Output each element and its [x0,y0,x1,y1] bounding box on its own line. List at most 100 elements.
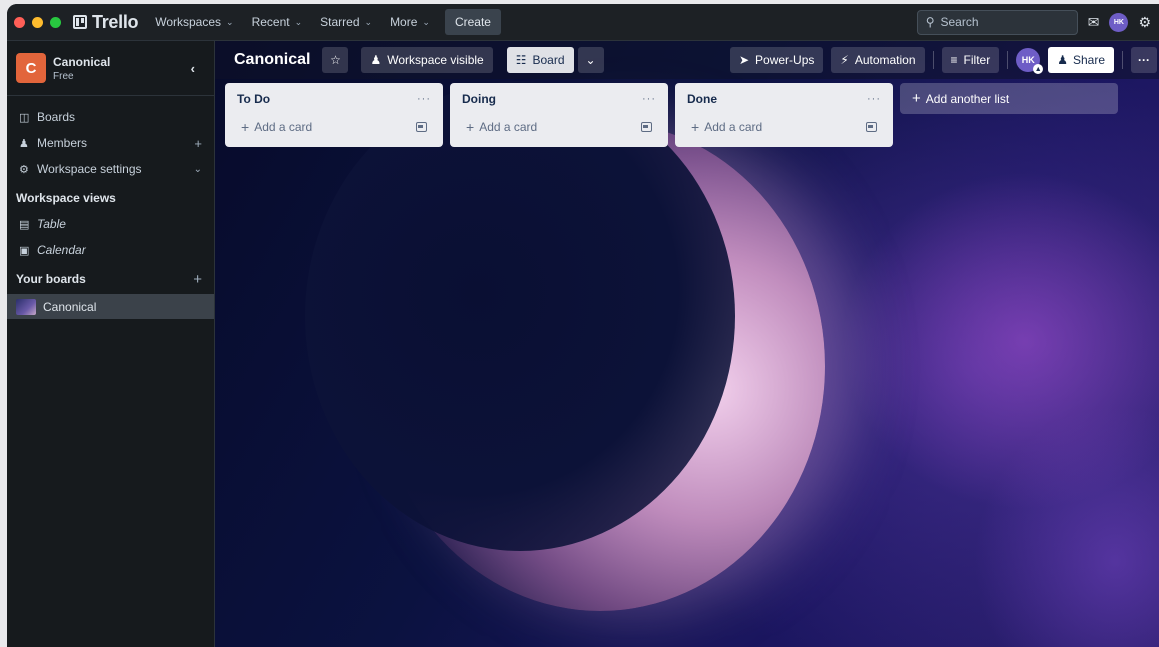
megaphone-icon[interactable]: ✉ [1088,14,1100,31]
divider [932,51,934,69]
minimize-window-button[interactable] [32,16,43,28]
chevron-down-icon: ⌄ [364,16,373,27]
share-button[interactable]: ♟ Share [1048,47,1114,73]
user-avatar[interactable]: HK [1109,12,1129,32]
add-card-label: Add a card [704,120,763,134]
star-icon: ☆ [330,53,341,67]
sidebar: C Canonical Free ‹ ◫ Boards ♟ Members + … [7,41,215,647]
collapse-sidebar-icon[interactable]: ‹ [191,61,195,76]
list-header: Done ··· [683,89,885,109]
chevron-down-icon: ⌄ [226,16,234,27]
board-canvas: Canonical ☆ ♟ Workspace visible ☷ Board … [215,41,1159,647]
nav-workspaces[interactable]: Workspaces ⌄ [146,10,242,34]
sidebar-item-boards[interactable]: ◫ Boards [7,104,214,130]
list-header: Doing ··· [458,89,660,109]
sidebar-item-label: Workspace settings [37,162,142,176]
nav-starred[interactable]: Starred ⌄ [311,10,381,34]
plus-icon: + [912,90,921,107]
board-view-button[interactable]: ☷ Board [506,47,574,73]
add-list-label: Add another list [925,91,1010,106]
create-from-template-icon[interactable] [866,122,877,132]
nav-recent[interactable]: Recent ⌄ [243,10,312,34]
automation-label: Automation [854,53,916,67]
star-board-button[interactable]: ☆ [322,47,349,73]
moon-shadow [305,81,735,551]
workspace-avatar: C [16,53,46,83]
list-title[interactable]: Done [687,92,717,106]
automation-button[interactable]: ⚡ Automation [831,47,925,73]
nav-more[interactable]: More ⌄ [381,10,439,34]
sidebar-item-workspace-settings[interactable]: ⚙ Workspace settings ⌄ [7,156,214,182]
filter-label: Filter [963,53,991,67]
board-lists: To Do ··· + Add a card Doing ··· + Add a… [225,83,1118,147]
nav-label: Recent [251,15,290,29]
calendar-icon: ▣ [19,244,30,257]
plus-icon: + [466,119,475,135]
add-card-button[interactable]: + Add a card [458,115,660,139]
add-card-button[interactable]: + Add a card [233,115,435,139]
boards-icon: ◫ [19,111,30,124]
search-icon: ⚲ [925,15,935,29]
sidebar-item-label: Boards [37,110,76,124]
lightning-icon: ⚡ [840,53,849,67]
gear-icon[interactable]: ⚙ [1138,14,1151,31]
top-navigation-bar: Trello Workspaces ⌄ Recent ⌄ Starred ⌄ M… [7,4,1159,41]
add-card-button[interactable]: + Add a card [683,115,885,139]
member-avatar[interactable]: HK ▲ [1016,48,1044,74]
sidebar-item-members[interactable]: ♟ Members + [7,130,214,156]
board-menu-button[interactable]: ··· [1131,47,1157,73]
people-icon: ♟ [370,53,382,67]
close-window-button[interactable] [14,16,25,28]
list-menu-icon[interactable]: ··· [417,93,431,105]
visibility-button[interactable]: ♟ Workspace visible [361,47,493,73]
sidebar-item-label: Table [37,217,66,231]
trello-logo[interactable]: Trello [73,12,139,33]
switch-views-button[interactable]: ⌄ [577,47,604,73]
workspace-plan: Free [53,70,74,82]
board-header: Canonical ☆ ♟ Workspace visible ☷ Board … [215,41,1159,79]
create-from-template-icon[interactable] [641,122,652,132]
list-menu-icon[interactable]: ··· [867,93,881,105]
sidebar-item-calendar[interactable]: ▣ Calendar [7,237,214,263]
sidebar-nav: ◫ Boards ♟ Members + ⚙ Workspace setting… [7,96,214,319]
table-icon: ▤ [19,218,30,231]
divider [1122,51,1123,69]
your-boards-heading: Your boards + [7,266,214,292]
sidebar-item-table[interactable]: ▤ Table [7,211,214,237]
add-person-icon: ♟ [1057,53,1068,67]
board-title[interactable]: Canonical [234,51,310,69]
add-board-icon[interactable]: + [193,271,202,288]
search-placeholder: Search [940,15,979,29]
board-view-label: Board [532,53,565,67]
board-view-icon: ☷ [515,53,527,67]
share-label: Share [1072,53,1105,67]
filter-button[interactable]: ≡ Filter [941,47,1000,73]
admin-badge-icon: ▲ [1033,64,1044,74]
list-to-do: To Do ··· + Add a card [225,83,443,147]
nav-label: Starred [320,15,360,29]
list-header: To Do ··· [233,89,435,109]
plus-icon: + [241,119,250,135]
power-ups-button[interactable]: ➤ Power-Ups [729,47,824,73]
zoom-window-button[interactable] [50,16,61,28]
add-card-label: Add a card [254,120,313,134]
workspace-header: C Canonical Free ‹ [7,41,214,96]
add-another-list-button[interactable]: + Add another list [900,83,1118,114]
workspace-info: Canonical Free [53,55,110,82]
filter-icon: ≡ [950,53,958,67]
visibility-label: Workspace visible [387,53,484,67]
sidebar-board-canonical[interactable]: Canonical [7,294,214,319]
add-card-label: Add a card [479,120,538,134]
list-title[interactable]: To Do [237,92,270,106]
add-member-icon[interactable]: + [194,136,202,151]
list-menu-icon[interactable]: ··· [642,93,656,105]
nav-label: More [390,15,418,29]
search-input[interactable]: ⚲ Search [916,9,1078,35]
create-from-template-icon[interactable] [416,122,427,132]
chevron-down-icon: ⌄ [294,16,303,27]
more-icon: ··· [1138,53,1150,67]
list-done: Done ··· + Add a card [675,83,893,147]
window-controls [14,16,61,28]
list-title[interactable]: Doing [462,92,496,106]
create-button[interactable]: Create [444,9,501,35]
